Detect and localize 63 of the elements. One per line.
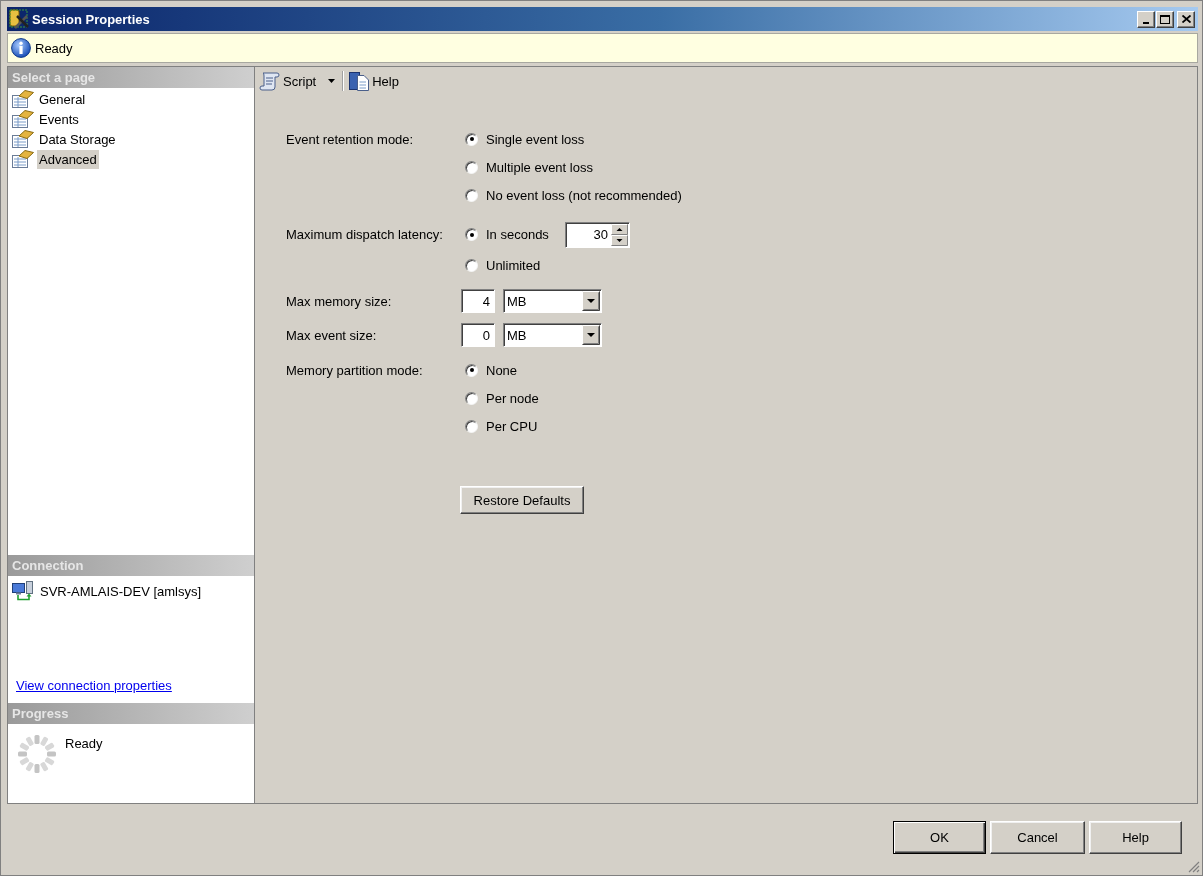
progress-status: Ready	[65, 736, 103, 751]
radio-button[interactable]	[465, 228, 478, 241]
radio-button[interactable]	[465, 132, 478, 146]
sidebar-item[interactable]: General	[37, 89, 88, 109]
option-label: Unlimited	[486, 257, 541, 273]
restore-defaults-button[interactable]: Restore Defaults	[460, 486, 584, 514]
maximize-icon	[1160, 14, 1170, 24]
resize-grip-icon[interactable]	[1188, 861, 1200, 873]
radio-button[interactable]	[465, 160, 478, 174]
toolbar-button[interactable]: Help	[347, 69, 401, 93]
option-label: No event loss (not recommended)	[486, 187, 682, 203]
number-spinner[interactable]: 30	[564, 221, 630, 248]
dialog-button[interactable]: OK	[893, 821, 986, 854]
sidebar-item[interactable]: Advanced	[37, 149, 99, 169]
minimize-button[interactable]	[1137, 10, 1155, 28]
info-icon	[11, 38, 31, 58]
document-icon	[12, 130, 34, 148]
book-icon	[349, 71, 370, 91]
sidebar-item[interactable]: Data Storage	[37, 129, 118, 149]
minimize-icon	[1143, 22, 1149, 24]
status-text: Ready	[35, 40, 73, 56]
toolbar-button[interactable]: Script	[257, 69, 319, 93]
section-header: Select a page	[8, 67, 254, 88]
sidebar-item[interactable]: Events	[37, 109, 81, 129]
cylinder-tools-icon	[9, 9, 29, 29]
option-label: Single event loss	[486, 131, 585, 147]
number-field[interactable]: 4	[461, 289, 495, 313]
radio-button[interactable]	[465, 391, 478, 405]
field-label: Event retention mode:	[286, 130, 415, 149]
option-label: Per node	[486, 390, 539, 406]
radio-button[interactable]	[465, 419, 478, 433]
dialog-button[interactable]: Help	[1089, 821, 1182, 854]
section-header: Connection	[8, 555, 254, 576]
caret-icon	[328, 79, 336, 83]
field-label: Max event size:	[286, 326, 378, 345]
dropdown-arrow-icon[interactable]	[582, 291, 600, 311]
close-button[interactable]	[1177, 10, 1195, 28]
document-icon	[12, 90, 34, 108]
dropdown-arrow-icon[interactable]	[582, 325, 600, 345]
field-label: Maximum dispatch latency:	[286, 226, 444, 244]
document-icon	[12, 150, 34, 168]
unit-dropdown[interactable]: MB	[503, 289, 602, 313]
computer-icon	[12, 581, 34, 601]
unit-dropdown[interactable]: MB	[503, 323, 602, 347]
view-connection-link[interactable]: View connection properties	[16, 678, 172, 693]
option-label: None	[486, 362, 518, 378]
progress-spinner-icon	[18, 735, 56, 773]
section-header: Progress	[8, 703, 254, 724]
option-label: Per CPU	[486, 418, 538, 434]
window-title: Session Properties	[32, 11, 150, 27]
option-label: Multiple event loss	[486, 159, 593, 175]
option-label: In seconds	[486, 227, 549, 242]
field-label: Memory partition mode:	[286, 361, 424, 380]
field-label: Max memory size:	[286, 292, 393, 311]
dialog-button[interactable]: Cancel	[990, 821, 1085, 854]
maximize-button[interactable]	[1156, 10, 1174, 28]
connection-name: SVR-AMLAIS-DEV [amlsys]	[40, 583, 202, 599]
document-icon	[12, 110, 34, 128]
radio-button[interactable]	[465, 258, 478, 272]
number-field[interactable]: 0	[461, 323, 495, 347]
spin-arrows-icon[interactable]	[610, 223, 628, 246]
close-icon	[1181, 15, 1191, 23]
scroll-icon	[259, 71, 280, 91]
